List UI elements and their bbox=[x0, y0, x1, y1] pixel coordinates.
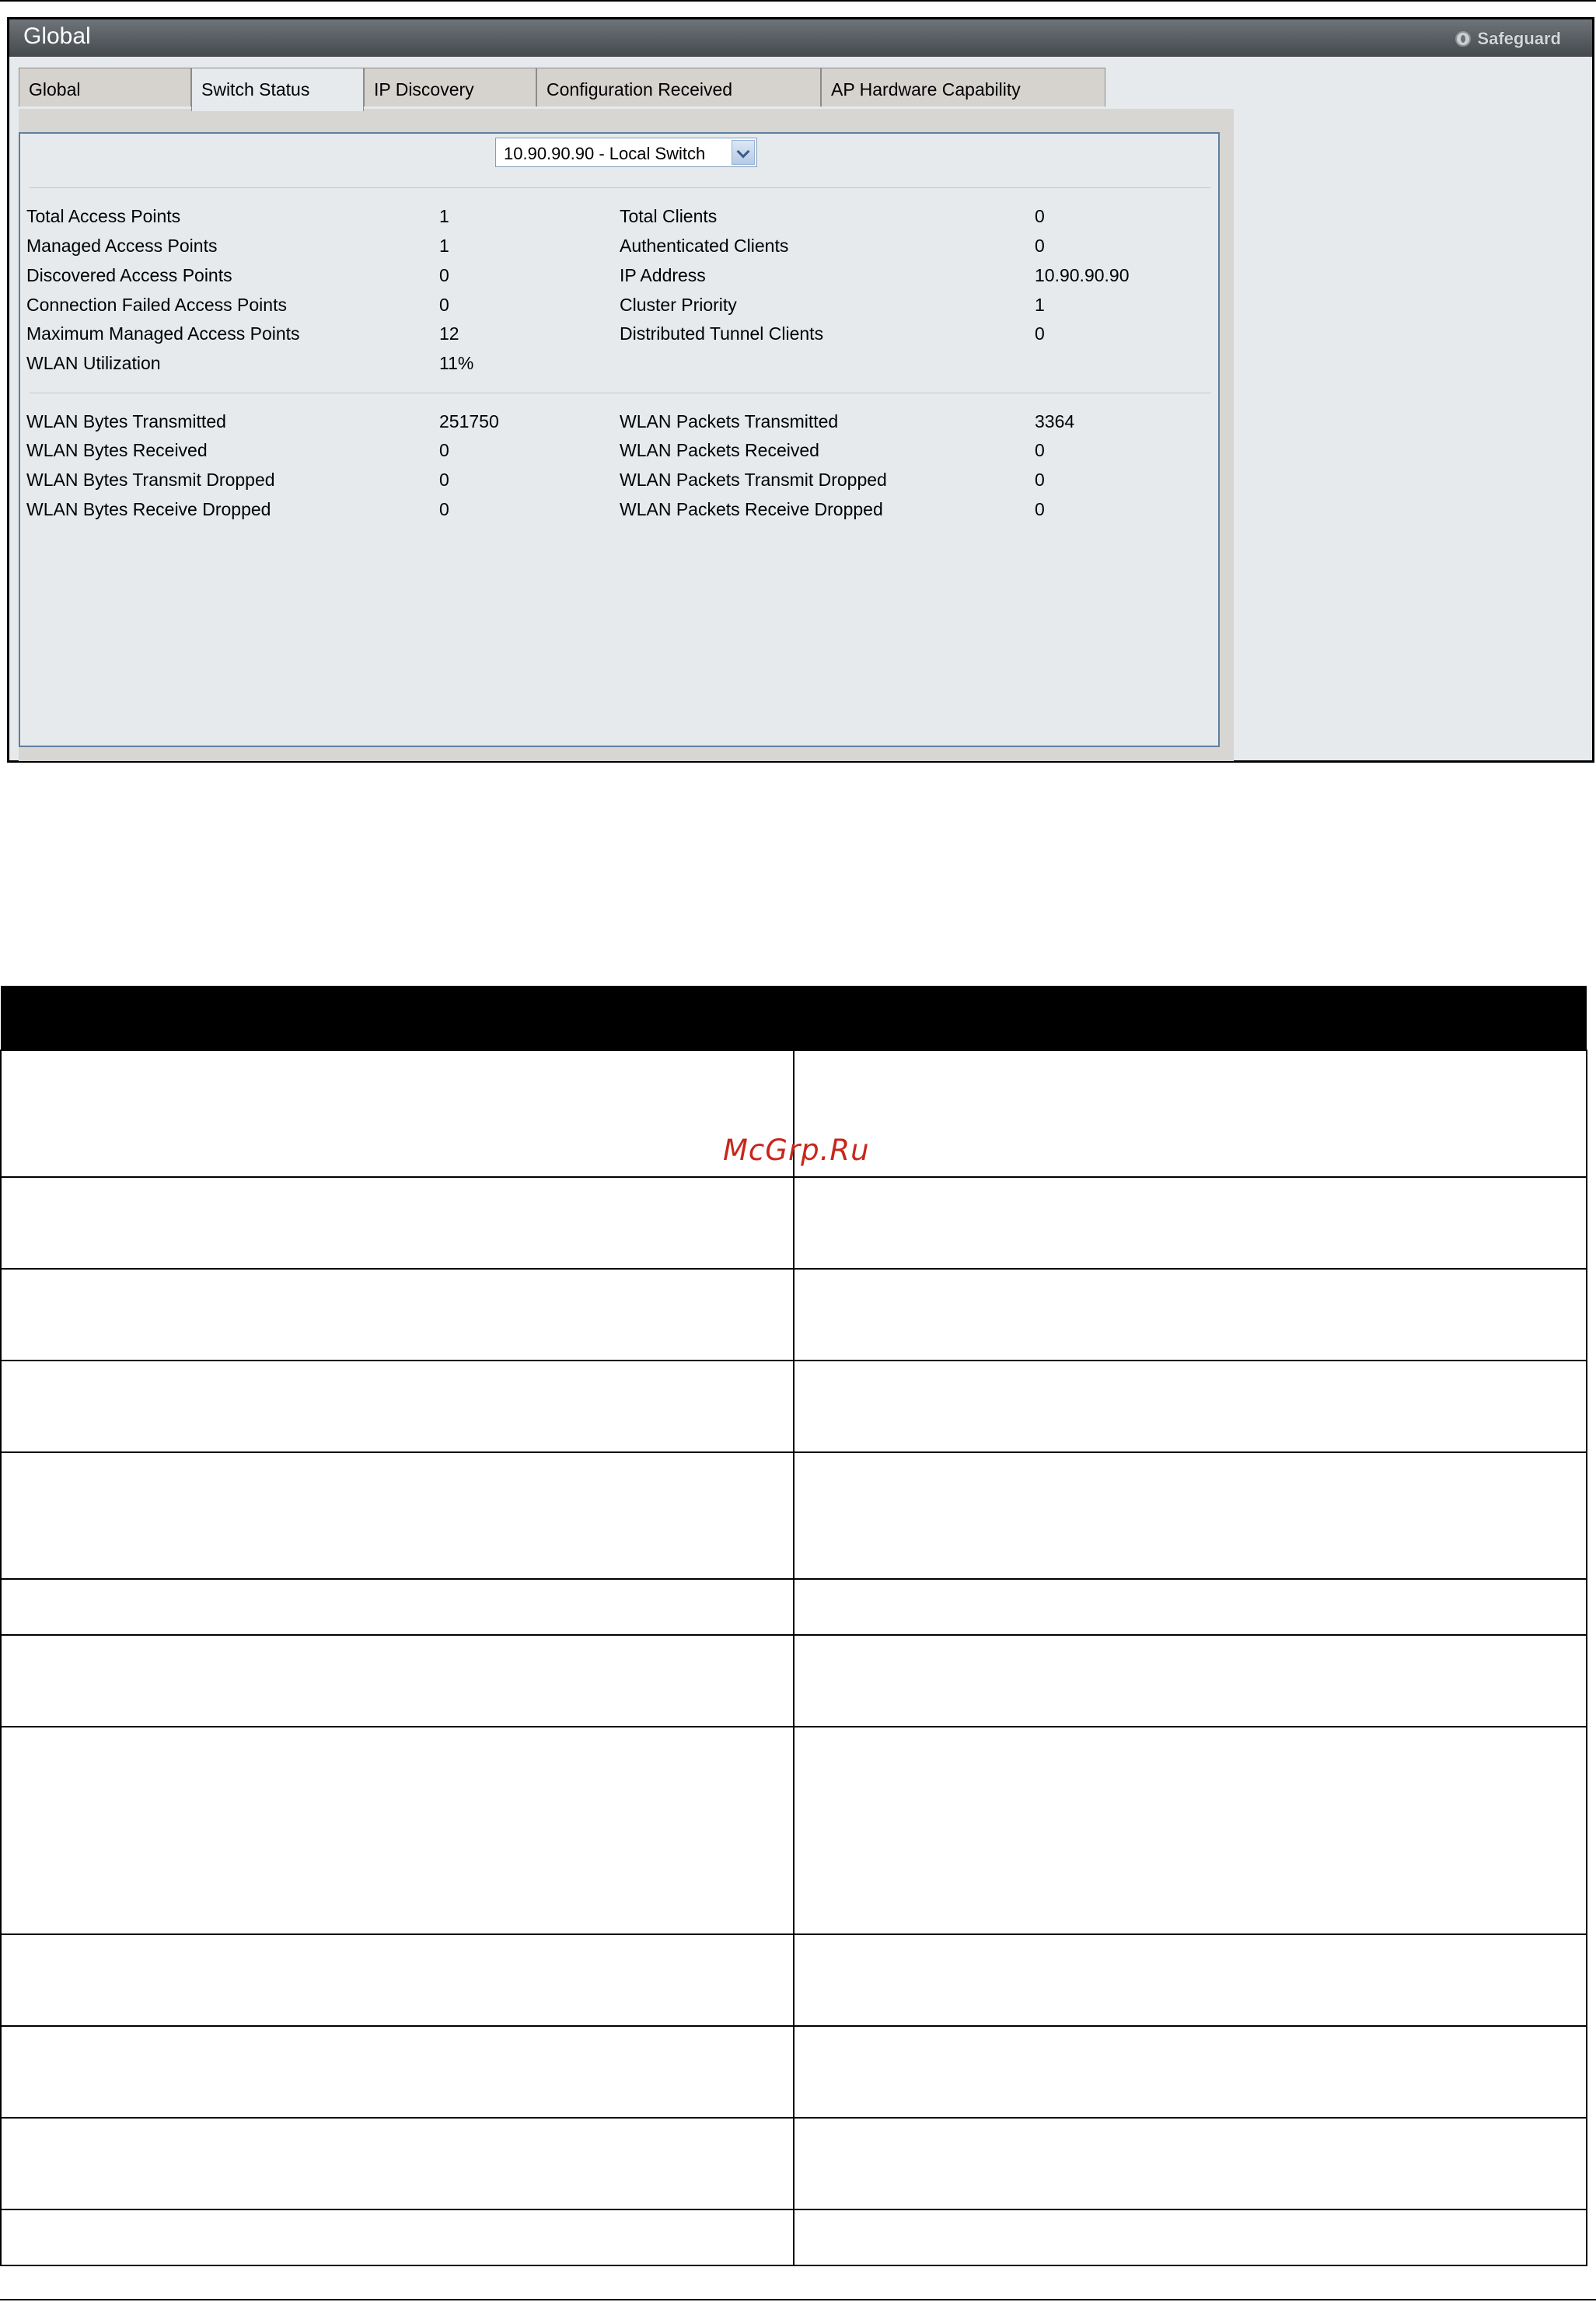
table-row bbox=[0, 1360, 1587, 1453]
stat-value: 0 bbox=[1035, 499, 1045, 519]
safeguard-indicator[interactable]: Safeguard bbox=[1455, 29, 1561, 49]
bottom-rule bbox=[0, 2299, 1596, 2300]
chevron-down-icon[interactable] bbox=[732, 140, 755, 165]
table-row bbox=[0, 1933, 1587, 2027]
tab-switch-status[interactable]: Switch Status bbox=[191, 68, 364, 111]
table-header-row bbox=[1, 986, 1587, 1050]
stat-label: Connection Failed Access Points bbox=[26, 295, 287, 315]
tab-ap-hardware-capability[interactable]: AP Hardware Capability bbox=[821, 68, 1105, 107]
table-row bbox=[0, 2025, 1587, 2119]
stat-value: 0 bbox=[1035, 470, 1045, 490]
tab-global[interactable]: Global bbox=[19, 68, 191, 107]
stat-value: 1 bbox=[439, 236, 449, 256]
stat-value: 12 bbox=[439, 323, 459, 344]
table-row bbox=[0, 2209, 1587, 2266]
watermark-text: McGrp.Ru bbox=[723, 1134, 870, 1167]
stat-label: WLAN Packets Transmitted bbox=[620, 411, 839, 431]
stat-value: 251750 bbox=[439, 411, 499, 431]
stat-value: 10.90.90.90 bbox=[1035, 265, 1130, 285]
stat-label: Total Access Points bbox=[26, 206, 181, 226]
stat-label: Managed Access Points bbox=[26, 236, 218, 256]
stat-label: WLAN Bytes Transmit Dropped bbox=[26, 470, 275, 490]
tab-configuration-received[interactable]: Configuration Received bbox=[536, 68, 821, 107]
stat-label: Maximum Managed Access Points bbox=[26, 323, 300, 344]
stat-label: WLAN Packets Transmit Dropped bbox=[620, 470, 887, 490]
stat-value: 0 bbox=[439, 295, 449, 315]
stat-label: Discovered Access Points bbox=[26, 265, 232, 285]
stat-value: 0 bbox=[1035, 323, 1045, 344]
safeguard-icon bbox=[1455, 31, 1472, 47]
window-titlebar: Global Safeguard bbox=[9, 19, 1592, 57]
stat-label: Total Clients bbox=[620, 206, 718, 226]
stat-label: WLAN Packets Receive Dropped bbox=[620, 499, 883, 519]
table-header bbox=[1, 986, 1587, 1050]
stat-value: 0 bbox=[1035, 206, 1045, 226]
switch-status-screenshot: Global Safeguard Global Switch Status IP… bbox=[7, 17, 1594, 763]
window-title: Global bbox=[23, 23, 91, 49]
stat-value: 0 bbox=[1035, 440, 1045, 460]
section-divider bbox=[30, 187, 1211, 188]
table-row bbox=[0, 1268, 1587, 1361]
stat-value: 1 bbox=[1035, 295, 1045, 315]
stat-value: 0 bbox=[439, 440, 449, 460]
parameter-table bbox=[0, 986, 1587, 2266]
stat-value: 0 bbox=[439, 470, 449, 490]
table-row bbox=[0, 1634, 1587, 1727]
switch-select[interactable]: 10.90.90.90 - Local Switch bbox=[495, 138, 757, 167]
table-row bbox=[0, 1451, 1587, 1580]
stat-label: Distributed Tunnel Clients bbox=[620, 323, 824, 344]
top-rule bbox=[0, 0, 1596, 2]
switch-select-value: 10.90.90.90 - Local Switch bbox=[504, 144, 706, 163]
stat-label: WLAN Packets Received bbox=[620, 440, 819, 460]
stat-value: 3364 bbox=[1035, 411, 1075, 431]
stat-value: 0 bbox=[439, 265, 449, 285]
table-row bbox=[0, 2117, 1587, 2210]
stat-label: IP Address bbox=[620, 265, 706, 285]
stat-value: 1 bbox=[439, 206, 449, 226]
stat-label: WLAN Bytes Receive Dropped bbox=[26, 499, 271, 519]
safeguard-label: Safeguard bbox=[1477, 29, 1561, 48]
stat-value: 0 bbox=[1035, 236, 1045, 256]
stat-value: 11% bbox=[439, 353, 474, 373]
tab-ip-discovery[interactable]: IP Discovery bbox=[364, 68, 536, 107]
table-row bbox=[0, 1176, 1587, 1270]
stat-label: WLAN Bytes Transmitted bbox=[26, 411, 226, 431]
stat-label: Authenticated Clients bbox=[620, 236, 789, 256]
table-row bbox=[0, 1578, 1587, 1636]
table-row bbox=[0, 1726, 1587, 1935]
stat-value: 0 bbox=[439, 499, 449, 519]
stat-label: WLAN Utilization bbox=[26, 353, 161, 373]
switch-status-content: 10.90.90.90 - Local Switch Total Access … bbox=[19, 132, 1220, 747]
stat-label: WLAN Bytes Received bbox=[26, 440, 208, 460]
stat-label: Cluster Priority bbox=[620, 295, 737, 315]
